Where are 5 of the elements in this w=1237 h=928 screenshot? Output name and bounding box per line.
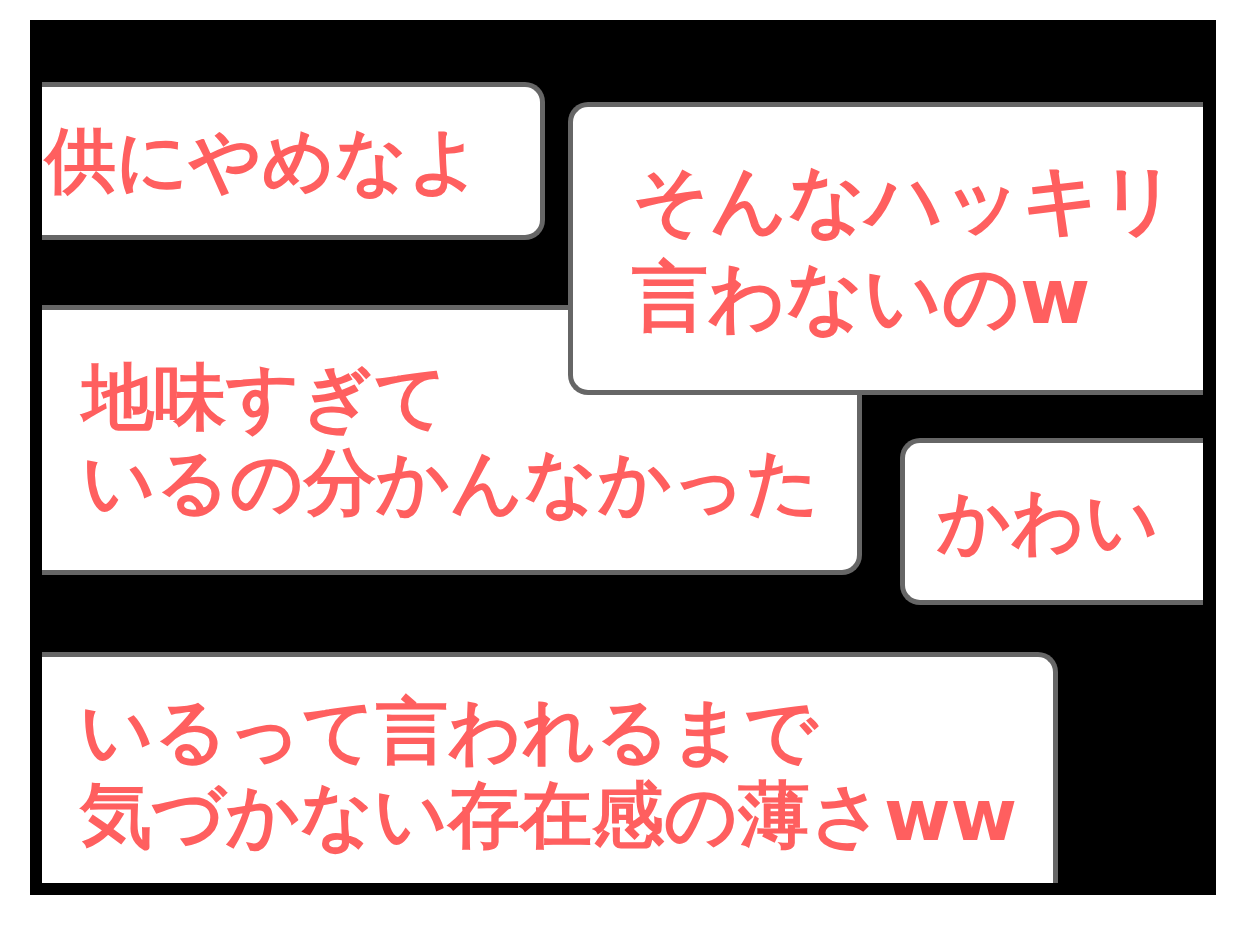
comment-text: 供にやめなよ [45,120,481,202]
comment-text: かわい [937,480,1159,563]
comment-text: そんなハッキリ 言わないのw [632,154,1178,343]
comment-text: いるって言われるまで 気づかない存在感の薄さww [80,690,1018,858]
comment-text: 地味すぎて いるの分かんなかった [82,355,820,525]
